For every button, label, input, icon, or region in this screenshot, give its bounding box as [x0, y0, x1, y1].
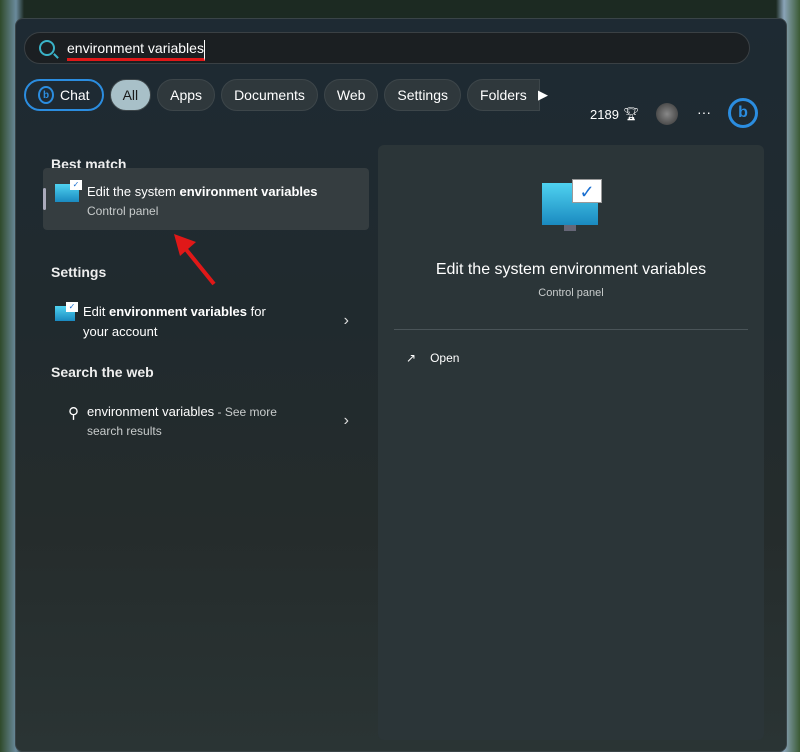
- search-web-header: Search the web: [51, 364, 154, 380]
- filter-tabs: b Chat All Apps Documents Web Settings Fo…: [24, 79, 540, 111]
- search-value[interactable]: environment variables: [67, 39, 205, 61]
- avatar[interactable]: [656, 103, 678, 125]
- open-external-icon: ↗: [406, 351, 417, 365]
- tab-web[interactable]: Web: [323, 79, 379, 111]
- result-subtitle: search results: [87, 424, 162, 438]
- settings-icon: [55, 302, 78, 321]
- more-options-button[interactable]: ···: [697, 104, 711, 120]
- tab-all[interactable]: All: [109, 79, 152, 111]
- annotation-arrow: [174, 234, 216, 286]
- scroll-tabs-button[interactable]: ▶: [538, 87, 548, 103]
- search-icon: ⚲: [68, 405, 79, 422]
- result-edit-system-env-vars[interactable]: Edit the system environment variables Co…: [43, 168, 369, 230]
- tab-settings[interactable]: Settings: [384, 79, 462, 111]
- points-count: 2189: [590, 106, 619, 122]
- open-action[interactable]: ↗ Open: [406, 351, 459, 365]
- bing-icon: b: [38, 86, 54, 104]
- settings-header: Settings: [51, 264, 107, 280]
- chevron-right-icon: ›: [343, 312, 349, 329]
- control-panel-large-icon: ✓: [542, 179, 602, 231]
- result-title-line2: your account: [83, 324, 158, 339]
- result-title: Edit environment variables for: [83, 304, 266, 319]
- trophy-icon: 🏆︎: [622, 106, 640, 121]
- chevron-right-icon: ›: [343, 412, 349, 429]
- rewards-points[interactable]: 2189 🏆︎: [590, 106, 639, 122]
- result-title: environment variables - See more: [87, 404, 277, 419]
- divider: [394, 329, 748, 330]
- bing-chat-button[interactable]: b: [728, 98, 758, 128]
- tab-chat[interactable]: b Chat: [24, 79, 104, 111]
- result-title: Edit the system environment variables: [87, 184, 318, 199]
- search-icon: [39, 40, 55, 56]
- tab-documents[interactable]: Documents: [221, 79, 318, 111]
- preview-title: Edit the system environment variables: [435, 261, 707, 278]
- search-input[interactable]: environment variables: [24, 32, 750, 64]
- open-label: Open: [430, 351, 460, 365]
- tab-folders[interactable]: Folders: [467, 79, 540, 111]
- result-subtitle: Control panel: [87, 204, 159, 218]
- control-panel-icon: [55, 180, 82, 202]
- preview-subtitle: Control panel: [538, 287, 604, 299]
- result-web-search[interactable]: ⚲ environment variables - See more searc…: [43, 402, 369, 440]
- tab-label: Chat: [60, 87, 90, 103]
- tab-apps[interactable]: Apps: [157, 79, 216, 111]
- result-edit-env-vars-account[interactable]: Edit environment variables for your acco…: [43, 302, 369, 342]
- play-icon: ▶: [538, 87, 548, 102]
- preview-pane: ✓ Edit the system environment variables …: [378, 145, 764, 740]
